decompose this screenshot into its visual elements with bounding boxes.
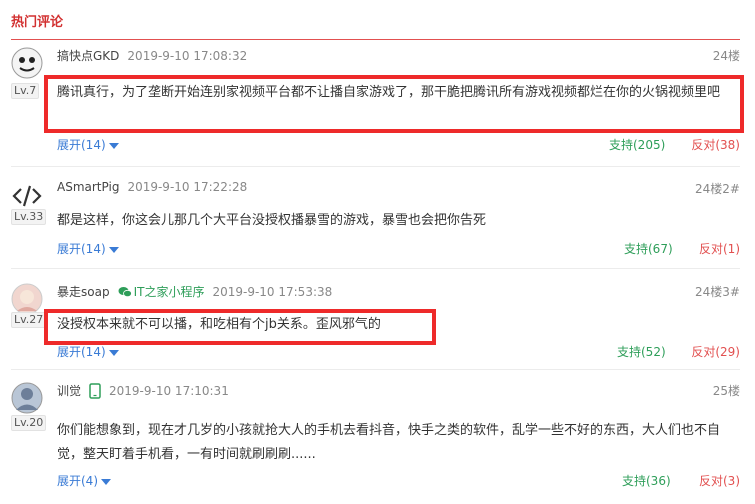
support-button[interactable]: 支持(67): [624, 240, 673, 257]
comment-divider: [11, 268, 740, 269]
comment-time: 2019-9-10 17:53:38: [212, 284, 333, 299]
comment-time: 2019-9-10 17:10:31: [109, 383, 229, 398]
floor-number: 24楼3#: [695, 285, 740, 299]
username[interactable]: 暴走soap: [57, 283, 110, 300]
support-button[interactable]: 支持(52): [617, 343, 666, 360]
floor-number: 25楼: [712, 384, 740, 398]
comment-text: 你们能想象到，现在才几岁的小孩就抢大人的手机去看抖音，快手之类的软件，乱学一些不…: [57, 423, 721, 462]
chevron-down-icon: [108, 142, 119, 149]
user-level-badge: Lv.27: [11, 312, 47, 328]
oppose-button[interactable]: 反对(29): [691, 343, 740, 360]
source-tag[interactable]: IT之家小程序: [118, 283, 204, 300]
expand-replies-button[interactable]: 展开(14): [57, 345, 119, 359]
chevron-down-icon: [101, 478, 111, 485]
avatar[interactable]: [11, 382, 43, 414]
username[interactable]: ASmartPig: [57, 180, 119, 194]
comment-item: Lv.20 训觉 2019-9-10 17:10:31 25楼 你们能想象到，现…: [11, 382, 740, 492]
user-level-badge: Lv.33: [11, 209, 47, 225]
highlight-box: [44, 309, 436, 345]
expand-replies-button[interactable]: 展开(14): [57, 242, 119, 256]
oppose-button[interactable]: 反对(3): [699, 472, 740, 489]
avatar[interactable]: [11, 283, 43, 315]
comment-time: 2019-9-10 17:22:28: [127, 180, 248, 194]
hot-comments-title: 热门评论: [11, 15, 64, 30]
comment-time: 2019-9-10 17:08:32: [127, 48, 248, 63]
floor-number: 24楼2#: [695, 182, 740, 196]
user-level-badge: Lv.20: [11, 415, 47, 431]
comment-divider: [11, 369, 740, 370]
comment-item: Lv.33 ASmartPig 2019-9-10 17:22:28 24楼2#…: [11, 180, 740, 260]
code-icon[interactable]: [11, 180, 43, 212]
support-button[interactable]: 支持(205): [609, 136, 665, 153]
avatar[interactable]: [11, 47, 43, 79]
wechat-icon: [118, 286, 132, 297]
highlight-box: [44, 75, 744, 133]
expand-replies-button[interactable]: 展开(4): [57, 474, 111, 488]
oppose-button[interactable]: 反对(1): [699, 240, 740, 257]
floor-number: 24楼: [712, 49, 740, 63]
username[interactable]: 搞快点GKD: [57, 47, 119, 64]
support-button[interactable]: 支持(36): [622, 472, 671, 489]
user-level-badge: Lv.7: [11, 83, 40, 99]
username[interactable]: 训觉: [57, 382, 81, 399]
expand-replies-button[interactable]: 展开(14): [57, 138, 119, 152]
comment-text: 都是这样，你这会儿那几个大平台没授权播暴雪的游戏，暴雪也会把你告死: [57, 213, 487, 228]
comment-divider: [11, 166, 740, 167]
chevron-down-icon: [108, 246, 119, 253]
title-divider: [11, 39, 740, 40]
phone-icon: [89, 382, 101, 399]
oppose-button[interactable]: 反对(38): [691, 136, 740, 153]
chevron-down-icon: [108, 349, 119, 356]
